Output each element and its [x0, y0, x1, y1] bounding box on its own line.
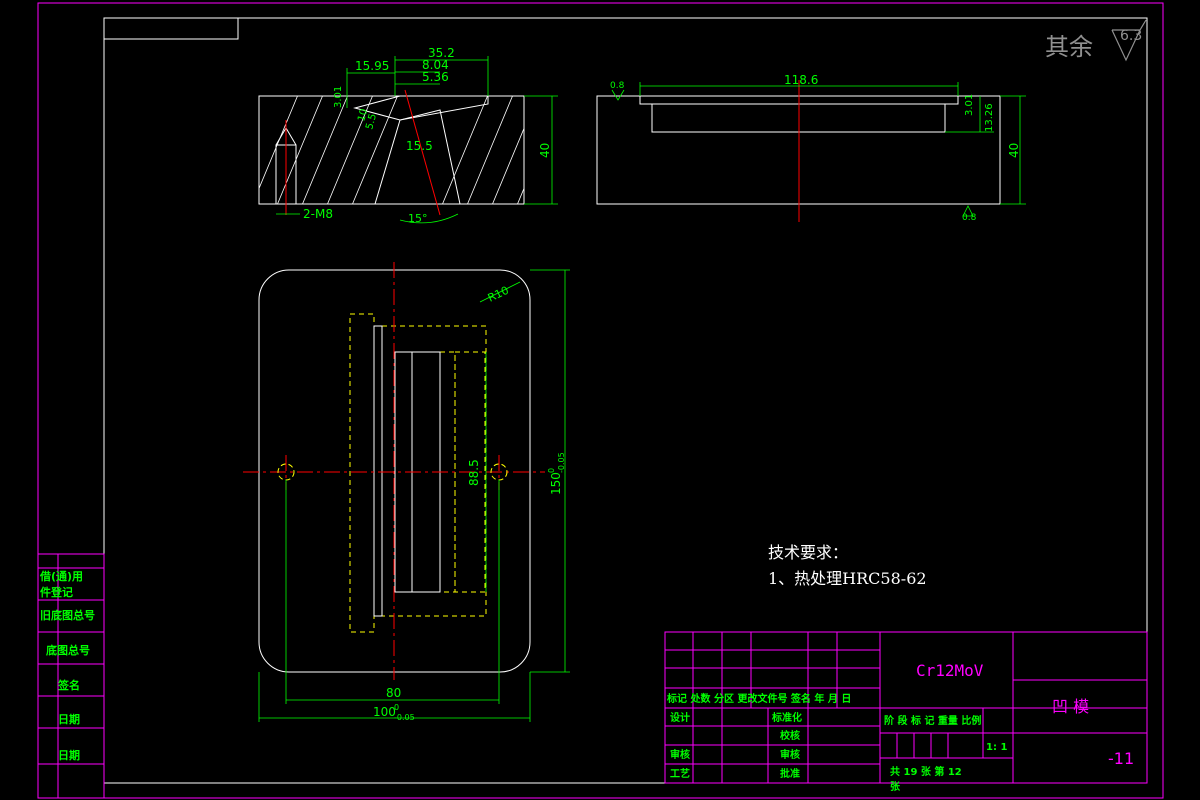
dim-15-95: 15.95: [355, 59, 389, 73]
label-design: 设计: [670, 711, 690, 724]
dim-r10: R10: [486, 284, 511, 305]
left-table-row-3: 旧底图总号: [40, 608, 95, 622]
dim-100-tol-lower: -0.05: [394, 713, 415, 722]
roughness-0-8-left: 0.8: [610, 81, 625, 91]
hidden-lines: [349, 313, 487, 633]
title-block: Cr12MoV 凹 模 -11 标记 处数 分区 更改文件号 签名 年 月 日 …: [664, 631, 1148, 793]
front-section-view: 35.2 15.95 8.04 5.36 3.01 10 5.5 15.5 40…: [258, 46, 558, 225]
dim-150: 150: [549, 472, 563, 495]
notes-item-1: 1、热处理HRC58-62: [768, 569, 927, 588]
dim-100-tol-upper: 0: [394, 703, 399, 712]
engineering-drawing: 其余 6.3 35.2 15.95 8.04 5.36 3.01 10 5.5 …: [37, 2, 1164, 799]
part-name: 凹 模: [1052, 697, 1089, 716]
left-table-row-6: 日期: [58, 712, 80, 726]
header-row: 标记 处数 分区 更改文件号 签名 年 月 日: [666, 692, 851, 705]
scale-value: 1: 1: [986, 742, 1007, 753]
dim-100: 100: [373, 705, 396, 719]
label-proofread: 校核: [780, 729, 800, 742]
left-table-row-4: 底图总号: [46, 643, 90, 657]
side-view: 118.6 3.01 13.26 40 0.8 0.8: [596, 73, 1026, 223]
plan-centerlines: [243, 262, 545, 680]
notes-heading: 技术要求：: [768, 543, 848, 562]
sheet-unit: 张: [890, 780, 901, 793]
stage-header: 阶 段 标 记 重量 比例: [884, 714, 981, 727]
left-table-row-5: 签名: [57, 678, 80, 692]
dim-15-5: 15.5: [406, 139, 433, 153]
label-standardize: 标准化: [771, 711, 802, 724]
dim-2-m8: 2-M8: [303, 207, 333, 221]
roughness-label: 其余: [1045, 33, 1093, 61]
dim-13-26: 13.26: [984, 103, 995, 132]
label-review: 审核: [780, 748, 800, 761]
dim-3-01: 3.01: [333, 86, 344, 108]
dim-40-front: 40: [538, 143, 552, 158]
dim-150-tol-upper: 0: [547, 468, 556, 473]
dim-15-deg: 15°: [408, 212, 428, 225]
left-revision-table: 借(通)用 件登记 旧底图总号 底图总号 签名 日期 日期: [37, 553, 105, 799]
sheet-count: 共 19 张 第 12: [890, 765, 962, 778]
dim-40-side: 40: [1007, 143, 1021, 158]
plan-view: R10 88.5 150 0 -0.05 80 100 0 -0.05: [243, 262, 570, 722]
dim-3-01-side: 3.01: [964, 94, 975, 116]
dim-5-36: 5.36: [422, 70, 449, 84]
label-approve: 批准: [780, 767, 800, 780]
technical-requirements: 技术要求： 1、热处理HRC58-62: [768, 543, 927, 588]
dim-88-5: 88.5: [467, 459, 481, 486]
roughness-symbol: 其余 6.3: [1045, 19, 1147, 62]
drawing-number: -11: [1108, 749, 1134, 768]
dim-118-6: 118.6: [784, 73, 818, 87]
left-table-row-1: 借(通)用: [39, 569, 83, 583]
label-check: 审核: [670, 748, 690, 761]
roughness-0-8-right: 0.8: [962, 213, 977, 223]
left-table-row-7: 日期: [58, 748, 80, 762]
roughness-value: 6.3: [1120, 28, 1142, 44]
dim-150-tol-lower: -0.05: [557, 452, 566, 473]
left-table-row-2: 件登记: [40, 585, 73, 599]
dim-80: 80: [386, 686, 401, 700]
plan-dimensions: [258, 269, 570, 722]
material-label: Cr12MoV: [916, 661, 984, 680]
label-process: 工艺: [670, 767, 690, 780]
